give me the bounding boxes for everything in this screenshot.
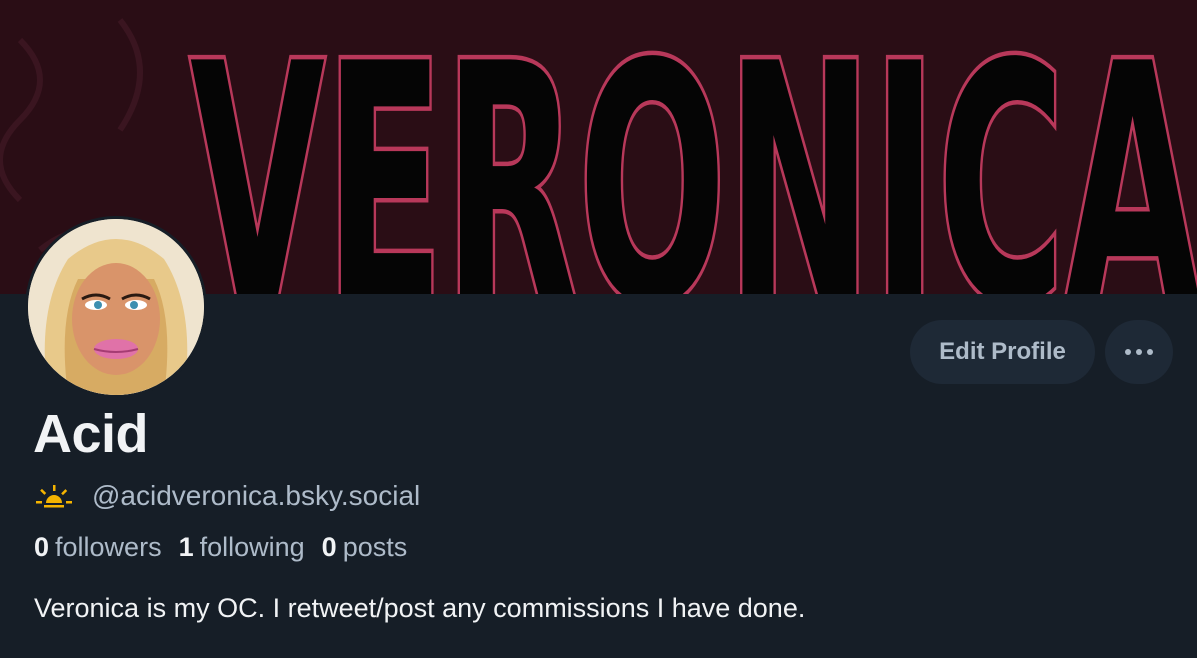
handle-text[interactable]: @acidveronica.bsky.social xyxy=(92,480,420,512)
avatar-image xyxy=(28,219,204,395)
profile-stats: 0 followers 1 following 0 posts xyxy=(34,532,424,563)
profile-page: VERONICA Edit Profile Acid @acidveronica… xyxy=(0,0,1197,658)
profile-bio: Veronica is my OC. I retweet/post any co… xyxy=(34,593,806,623)
followers-label: followers xyxy=(55,532,162,562)
banner-title: VERONICA xyxy=(190,0,1197,294)
following-count: 1 xyxy=(178,532,194,562)
edit-profile-button[interactable]: Edit Profile xyxy=(910,320,1095,384)
avatar[interactable] xyxy=(25,216,207,398)
followers-stat[interactable]: 0 followers xyxy=(34,532,162,563)
posts-label: posts xyxy=(342,532,408,562)
posts-count: 0 xyxy=(321,532,337,562)
display-name: Acid xyxy=(33,404,149,464)
more-options-button[interactable] xyxy=(1105,320,1173,384)
ellipsis-icon xyxy=(1125,349,1153,355)
posts-stat: 0 posts xyxy=(322,532,408,563)
followers-count: 0 xyxy=(34,532,50,562)
following-stat[interactable]: 1 following xyxy=(179,532,305,563)
handle-row: @acidveronica.bsky.social xyxy=(34,478,420,514)
following-label: following xyxy=(199,532,305,562)
sunrise-icon xyxy=(36,485,72,508)
